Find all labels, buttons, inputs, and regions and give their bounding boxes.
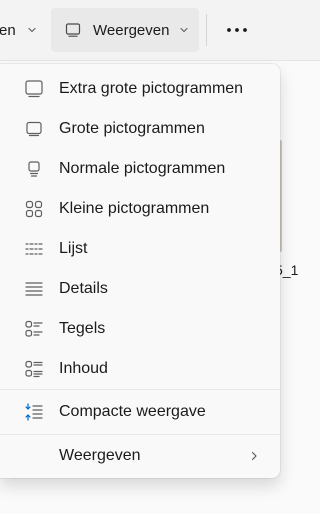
- menu-item-label: Normale pictogrammen: [59, 160, 226, 177]
- details-icon: [24, 279, 44, 299]
- menu-item-label: Kleine pictogrammen: [59, 200, 210, 217]
- view-button[interactable]: Weergeven: [51, 8, 199, 52]
- large-icons-icon: [24, 119, 44, 139]
- chevron-down-icon: [28, 27, 36, 33]
- chevron-right-icon: [251, 451, 257, 461]
- menu-item-small-icons[interactable]: Kleine pictogrammen: [0, 189, 280, 229]
- menu-item-label: Details: [59, 280, 108, 297]
- sort-button[interactable]: en: [0, 20, 38, 40]
- menu-item-label: Lijst: [59, 240, 88, 257]
- menu-item-tiles[interactable]: Tegels: [0, 309, 280, 349]
- menu-item-large-icons[interactable]: Grote pictogrammen: [0, 109, 280, 149]
- command-bar: en Weergeven: [0, 0, 320, 61]
- menu-item-label: Compacte weergave: [59, 403, 206, 420]
- extra-large-icons-icon: [24, 79, 44, 99]
- menu-item-compact-view[interactable]: Compacte weergave: [0, 392, 280, 432]
- view-icon: [65, 23, 81, 37]
- menu-item-show-submenu[interactable]: Weergeven: [0, 436, 280, 476]
- menu-item-medium-icons[interactable]: Normale pictogrammen: [0, 149, 280, 189]
- compact-view-icon: [24, 402, 44, 422]
- list-icon: [24, 239, 44, 259]
- view-menu: Extra grote pictogrammen Grote pictogram…: [0, 64, 280, 478]
- small-icons-icon: [24, 199, 44, 219]
- menu-item-label: Tegels: [59, 320, 106, 337]
- menu-item-label: Extra grote pictogrammen: [59, 80, 244, 97]
- medium-icons-icon: [24, 159, 44, 179]
- content-icon: [24, 359, 44, 379]
- menu-item-label: Weergeven: [59, 447, 141, 464]
- menu-item-label: Grote pictogrammen: [59, 120, 205, 137]
- menu-item-list[interactable]: Lijst: [0, 229, 280, 269]
- menu-divider: [0, 434, 280, 435]
- more-icon: [227, 28, 247, 32]
- toolbar-divider: [206, 14, 207, 46]
- view-button-label: Weergeven: [93, 21, 170, 39]
- menu-item-details[interactable]: Details: [0, 269, 280, 309]
- menu-item-content[interactable]: Inhoud: [0, 349, 280, 389]
- menu-item-extra-large-icons[interactable]: Extra grote pictogrammen: [0, 69, 280, 109]
- menu-divider: [0, 389, 280, 390]
- tiles-icon: [24, 319, 44, 339]
- more-options-button[interactable]: [218, 14, 256, 46]
- chevron-down-icon: [180, 27, 188, 33]
- menu-item-label: Inhoud: [59, 360, 108, 377]
- sort-button-label: en: [0, 21, 16, 39]
